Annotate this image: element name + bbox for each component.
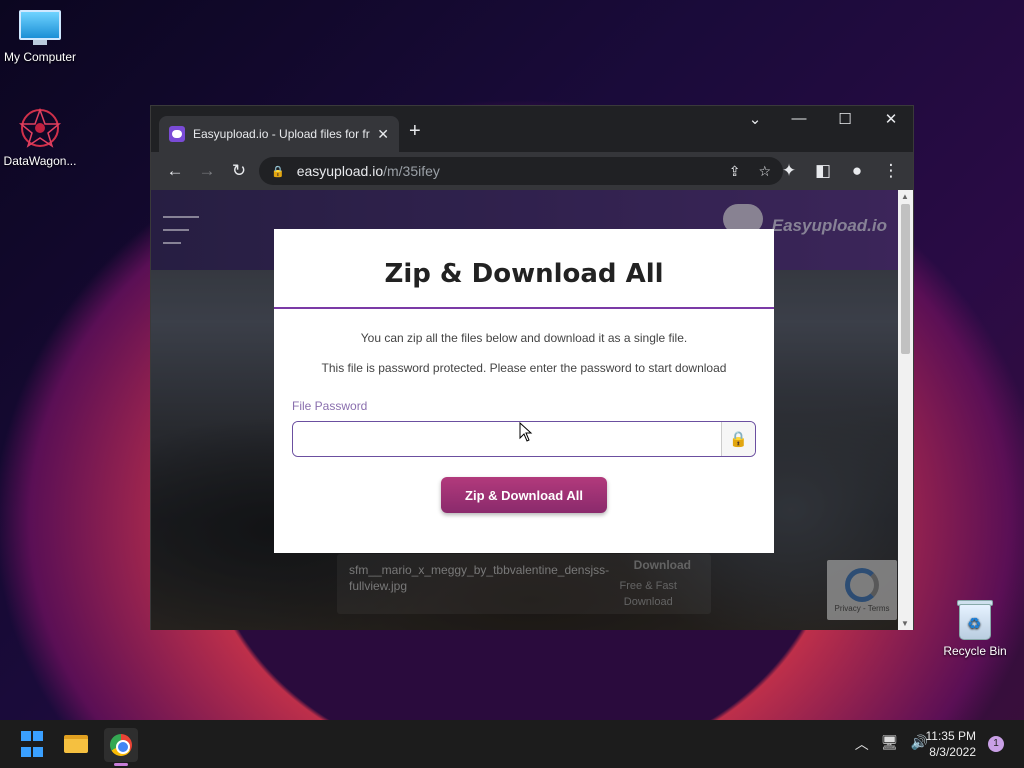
browser-tab[interactable]: Easyupload.io - Upload files for fr ✕: [159, 116, 399, 152]
desktop-icon-label: DataWagon...: [3, 154, 77, 168]
desktop-icon-recycle-bin[interactable]: ♻ Recycle Bin: [935, 598, 1015, 658]
browser-toolbar: ← → ↻ 🔒 easyupload.io/m/35ifey ⇪ ☆ ✦ ◧ ●…: [151, 152, 913, 190]
clock-date: 8/3/2022: [929, 745, 976, 759]
tab-search-icon[interactable]: ⌄: [735, 110, 775, 128]
bookmark-star-icon[interactable]: ☆: [758, 163, 771, 180]
lock-icon: 🔒: [721, 422, 755, 456]
recycle-bin-icon: ♻: [957, 598, 993, 640]
password-input[interactable]: [293, 422, 721, 456]
chrome-taskbar-button[interactable]: [104, 728, 138, 766]
forward-button[interactable]: →: [191, 157, 223, 185]
desktop-icon-my-computer[interactable]: My Computer: [0, 10, 80, 64]
page-scrollbar[interactable]: ▲ ▼: [898, 190, 913, 630]
folder-icon: [64, 735, 88, 753]
tab-strip: Easyupload.io - Upload files for fr ✕ + …: [151, 106, 913, 152]
close-tab-icon[interactable]: ✕: [377, 126, 389, 143]
start-button[interactable]: [20, 728, 44, 760]
modal-title: Zip & Download All: [384, 259, 664, 289]
minimize-button[interactable]: —: [779, 110, 819, 127]
back-button[interactable]: ←: [159, 157, 191, 185]
url-path: /m/35ifey: [383, 163, 440, 179]
side-panel-icon[interactable]: ◧: [807, 157, 839, 185]
maximize-button[interactable]: ☐: [825, 110, 865, 128]
extensions-icon[interactable]: ✦: [773, 157, 805, 185]
desktop-icon-datawagon[interactable]: DataWagon...: [0, 106, 80, 168]
zip-download-modal: Zip & Download All You can zip all the f…: [274, 229, 774, 553]
lock-icon[interactable]: 🔒: [271, 165, 285, 178]
close-window-button[interactable]: ✕: [871, 110, 911, 128]
password-notice: This file is password protected. Please …: [321, 361, 727, 375]
share-icon[interactable]: ⇪: [729, 163, 741, 180]
scroll-up-icon[interactable]: ▲: [901, 192, 909, 201]
url-host: easyupload.io: [296, 163, 384, 179]
new-tab-button[interactable]: +: [409, 120, 421, 143]
chrome-icon: [110, 734, 132, 756]
scrollbar-thumb[interactable]: [901, 204, 910, 354]
address-bar[interactable]: 🔒 easyupload.io/m/35ifey ⇪ ☆: [259, 157, 783, 185]
zip-download-all-button[interactable]: Zip & Download All: [441, 477, 607, 513]
reload-button[interactable]: ↻: [223, 157, 255, 185]
scroll-down-icon[interactable]: ▼: [901, 619, 909, 628]
clock-time: 11:35 PM: [925, 729, 976, 743]
datawagon-icon: [17, 106, 63, 150]
modal-description: You can zip all the files below and down…: [360, 331, 688, 345]
mouse-cursor-icon: [519, 422, 533, 442]
notification-badge[interactable]: 1: [988, 736, 1004, 752]
menu-icon[interactable]: ⋮: [875, 157, 907, 185]
system-tray: ︿ 🖥 🔊: [855, 734, 928, 754]
computer-icon: [19, 10, 61, 46]
show-hidden-icons-icon[interactable]: ︿: [855, 734, 869, 754]
password-label: File Password: [292, 399, 368, 413]
tab-title: Easyupload.io - Upload files for fr: [193, 127, 370, 141]
taskbar: ︿ 🖥 🔊 11:35 PM 8/3/2022 1: [0, 720, 1024, 768]
file-explorer-button[interactable]: [60, 728, 92, 760]
clock[interactable]: 11:35 PM 8/3/2022: [926, 728, 976, 760]
network-icon[interactable]: 🖥: [881, 734, 899, 754]
desktop-icon-label: My Computer: [3, 50, 77, 64]
easyupload-favicon-icon: [169, 126, 185, 142]
desktop-icon-label: Recycle Bin: [943, 644, 1007, 658]
modal-divider: [274, 307, 774, 309]
profile-icon[interactable]: ●: [841, 157, 873, 185]
